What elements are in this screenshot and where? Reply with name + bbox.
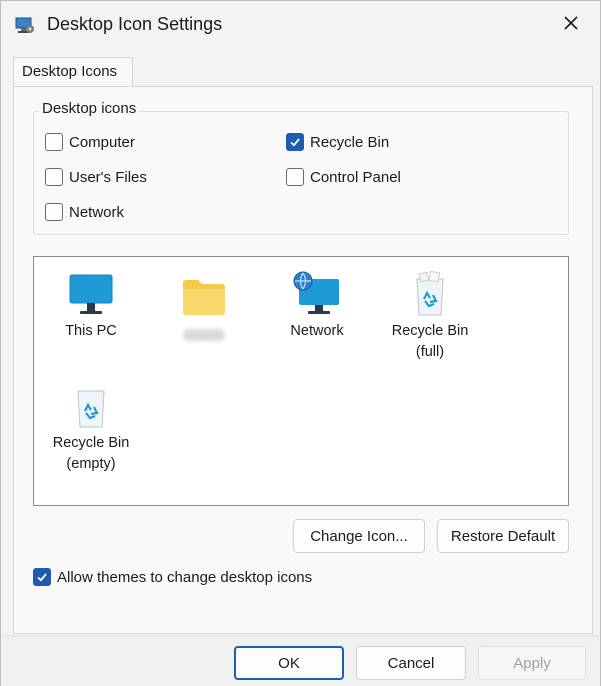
folder-icon xyxy=(183,280,225,315)
icon-item-label: This PC xyxy=(65,323,117,339)
change-icon-button[interactable]: Change Icon... xyxy=(293,519,425,553)
checkmark-icon xyxy=(37,573,47,582)
computer-checkbox[interactable] xyxy=(45,133,63,151)
close-icon xyxy=(563,15,579,35)
allow-themes-checkbox[interactable] xyxy=(33,568,51,586)
obscured-label xyxy=(183,329,225,341)
restore-default-button[interactable]: Restore Default xyxy=(437,519,569,553)
icon-item-label: Network xyxy=(290,323,344,339)
users-files-checkbox-label: User's Files xyxy=(69,168,147,186)
computer-checkbox-row[interactable]: Computer xyxy=(45,133,135,151)
icon-item-label-obscured xyxy=(149,321,259,348)
icon-item-label: Recycle Bin (full) xyxy=(391,323,469,360)
recycle-bin-checkbox[interactable] xyxy=(286,133,304,151)
control-panel-checkbox-label: Control Panel xyxy=(310,168,401,186)
network-checkbox[interactable] xyxy=(45,203,63,221)
close-button[interactable] xyxy=(549,7,593,43)
monitor-icon xyxy=(69,274,113,314)
control-panel-checkbox[interactable] xyxy=(286,168,304,186)
recycle-bin-empty-icon xyxy=(77,390,105,428)
icon-item-recycle-bin-empty[interactable]: Recycle Bin (empty) xyxy=(36,375,146,475)
icon-item-recycle-bin-full[interactable]: Recycle Bin (full) xyxy=(375,263,485,363)
ok-button[interactable]: OK xyxy=(234,646,344,680)
icon-item-users-files[interactable] xyxy=(149,263,259,348)
computer-checkbox-label: Computer xyxy=(69,133,135,151)
allow-themes-label: Allow themes to change desktop icons xyxy=(57,568,313,586)
network-icon xyxy=(293,271,339,314)
tab-label: Desktop Icons xyxy=(22,63,118,80)
cancel-button[interactable]: Cancel xyxy=(356,646,466,680)
window-title: Desktop Icon Settings xyxy=(47,14,223,34)
icon-list[interactable]: This PC Network Recycle Bin (full) Recyc… xyxy=(33,256,569,506)
tab-desktop-icons[interactable]: Desktop Icons xyxy=(13,57,133,87)
network-checkbox-label: Network xyxy=(69,203,125,221)
icon-item-this-pc[interactable]: This PC xyxy=(36,263,146,342)
icon-item-label: Recycle Bin (empty) xyxy=(52,435,130,472)
users-files-checkbox-row[interactable]: User's Files xyxy=(45,168,147,186)
desktop-icon-settings-dialog: Desktop Icon Settings Desktop Icons Desk… xyxy=(0,0,601,686)
users-files-checkbox[interactable] xyxy=(45,168,63,186)
checkmark-icon xyxy=(290,138,300,147)
recycle-bin-full-icon xyxy=(416,271,444,316)
recycle-bin-checkbox-row[interactable]: Recycle Bin xyxy=(286,133,389,151)
apply-button[interactable]: Apply xyxy=(478,646,586,680)
groupbox-legend: Desktop icons xyxy=(39,100,140,117)
recycle-bin-checkbox-label: Recycle Bin xyxy=(310,133,390,151)
title-bar: Desktop Icon Settings xyxy=(1,1,600,51)
network-checkbox-row[interactable]: Network xyxy=(45,203,124,221)
desktop-settings-icon xyxy=(15,15,35,35)
icon-item-network[interactable]: Network xyxy=(262,263,372,342)
allow-themes-checkbox-row[interactable]: Allow themes to change desktop icons xyxy=(33,568,312,586)
control-panel-checkbox-row[interactable]: Control Panel xyxy=(286,168,401,186)
